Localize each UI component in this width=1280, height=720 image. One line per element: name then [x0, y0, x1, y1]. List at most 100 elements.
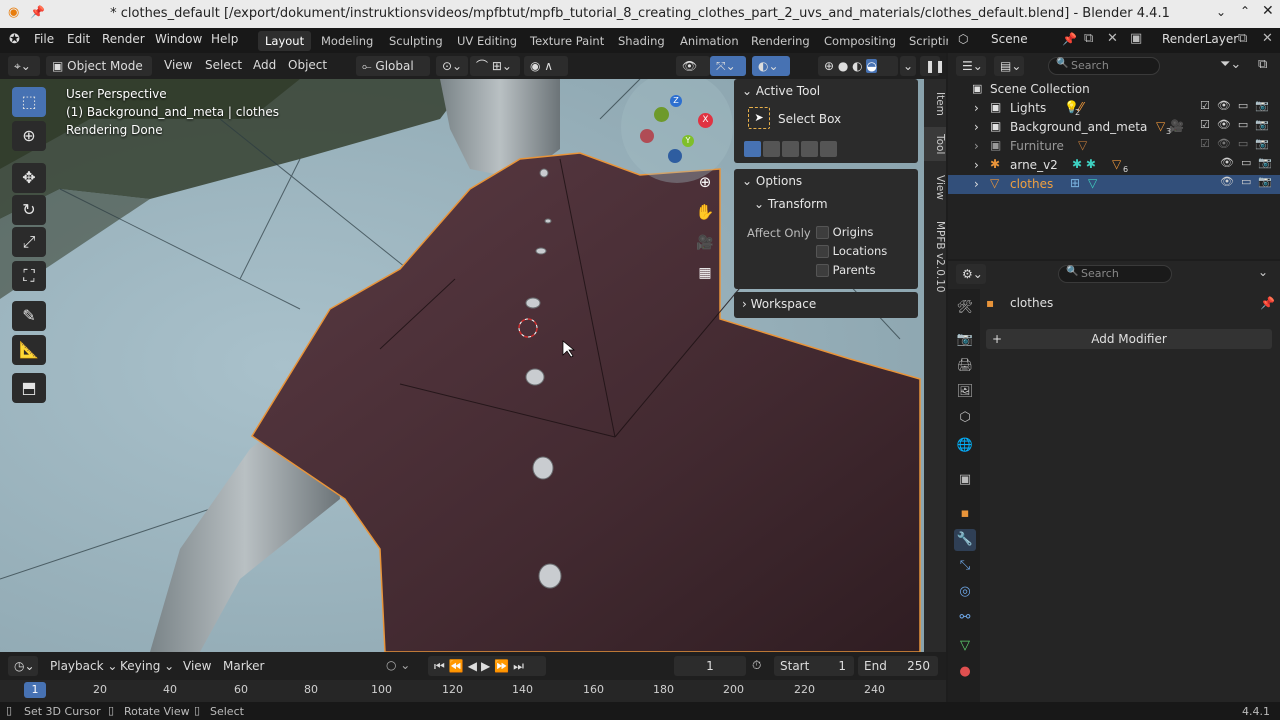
- parents-checkbox[interactable]: Parents: [816, 263, 875, 277]
- scene-pin-icon[interactable]: 📌: [1062, 32, 1077, 46]
- display-mode-icon[interactable]: ▤⌄: [994, 56, 1024, 76]
- menu-window[interactable]: Window: [155, 32, 202, 46]
- menu-file[interactable]: File: [34, 32, 54, 46]
- menu-add[interactable]: Add: [253, 58, 276, 72]
- timeline-ruler[interactable]: 1 20 40 60 80 100 120 140 160 180 200 22…: [0, 680, 946, 702]
- gizmo-neg-z[interactable]: [668, 149, 682, 163]
- keying-menu[interactable]: Keying ⌄: [120, 659, 174, 673]
- timeline-view-menu[interactable]: View: [183, 659, 211, 673]
- tab-uv-editing[interactable]: UV Editing: [450, 31, 524, 51]
- mode-intersect-icon[interactable]: [820, 141, 837, 157]
- workspace-section[interactable]: › Workspace: [734, 292, 918, 318]
- scale-tool-icon[interactable]: ⤢: [12, 227, 46, 257]
- view-layer-tab-icon[interactable]: 🖼: [954, 381, 976, 403]
- locations-checkbox[interactable]: Locations: [816, 244, 887, 258]
- mode-extend-icon[interactable]: [763, 141, 780, 157]
- shading-options-icon[interactable]: ⌄: [900, 56, 916, 76]
- close-icon[interactable]: ✕: [1262, 3, 1274, 19]
- delete-layer-icon[interactable]: ✕: [1262, 31, 1273, 46]
- mode-subtract-icon[interactable]: [782, 141, 799, 157]
- pause-render-icon[interactable]: ❚❚: [920, 56, 945, 76]
- menu-view[interactable]: View: [164, 58, 192, 72]
- end-frame-field[interactable]: End 250: [858, 656, 938, 676]
- snap-icon[interactable]: ⌒ ⊞⌄: [470, 56, 520, 76]
- data-tab-icon[interactable]: ▽: [954, 635, 976, 657]
- tab-sculpting[interactable]: Sculpting: [382, 31, 450, 51]
- gizmo-y-axis[interactable]: Y: [682, 135, 694, 147]
- transform-subheader[interactable]: ⌄ Transform: [754, 197, 828, 211]
- autokey-icon[interactable]: ○ ⌄: [386, 658, 410, 672]
- tab-layout[interactable]: Layout: [258, 31, 312, 51]
- mode-invert-icon[interactable]: [801, 141, 818, 157]
- collection-tab-icon[interactable]: ▣: [954, 469, 976, 491]
- physics-tab-icon[interactable]: ◎: [954, 581, 976, 603]
- new-scene-icon[interactable]: ⧉: [1084, 31, 1093, 46]
- row-visibility[interactable]: ☑👁▭📷: [1200, 99, 1280, 118]
- shading-modes[interactable]: ⊕ ● ◐ ◒: [818, 56, 898, 76]
- row-visibility[interactable]: ☑👁▭📷: [1200, 137, 1280, 156]
- tab-modeling[interactable]: Modeling: [314, 31, 380, 51]
- expand-icon[interactable]: ›: [974, 120, 979, 134]
- navigation-gizmo[interactable]: Z X Y: [636, 93, 720, 163]
- active-tool-header[interactable]: ⌄ Active Tool: [734, 79, 918, 103]
- minimize-icon[interactable]: ⌄: [1216, 5, 1226, 19]
- current-frame-field[interactable]: 1: [674, 656, 746, 676]
- menu-edit[interactable]: Edit: [67, 32, 90, 46]
- editor-type-icon[interactable]: ⌖⌄: [8, 56, 40, 76]
- timeline-editor-icon[interactable]: ◷⌄: [8, 656, 38, 676]
- gizmo-z-axis[interactable]: Z: [670, 95, 682, 107]
- menu-select[interactable]: Select: [205, 58, 242, 72]
- mode-set-icon[interactable]: [744, 141, 761, 157]
- cursor-tool-icon[interactable]: ⊕: [12, 121, 46, 151]
- filter-icon[interactable]: ⏷⌄: [1220, 57, 1241, 72]
- select-box-icon[interactable]: ➤: [748, 107, 770, 129]
- tab-scripting[interactable]: Scriptin: [902, 31, 948, 51]
- menu-object[interactable]: Object: [288, 58, 327, 72]
- orientation-dropdown[interactable]: ⟜ Global ⌄: [356, 56, 430, 93]
- new-layer-icon[interactable]: ⧉: [1238, 31, 1247, 46]
- scene-collection-row[interactable]: ▣ Scene Collection: [948, 80, 1280, 99]
- world-tab-icon[interactable]: 🌐: [954, 435, 976, 457]
- tab-rendering[interactable]: Rendering: [744, 31, 817, 51]
- transform-tool-icon[interactable]: ⛶: [12, 261, 46, 291]
- ortho-grid-icon[interactable]: ▦: [694, 265, 716, 287]
- selection-mode-buttons[interactable]: [744, 141, 838, 157]
- origins-checkbox[interactable]: Origins: [816, 225, 873, 239]
- workspace-header[interactable]: › Workspace: [734, 292, 918, 316]
- row-visibility[interactable]: ☑👁▭📷: [1200, 118, 1280, 137]
- outliner-editor-icon[interactable]: ☰⌄: [956, 56, 986, 76]
- render-layer-icon[interactable]: ▣: [1130, 31, 1142, 46]
- menu-help[interactable]: Help: [211, 32, 238, 46]
- properties-editor-icon[interactable]: ⚙⌄: [956, 264, 986, 284]
- pin-icon[interactable]: 📌: [1260, 296, 1275, 310]
- add-cube-tool-icon[interactable]: ⬒: [12, 373, 46, 403]
- menu-render[interactable]: Render: [102, 32, 145, 46]
- expand-icon[interactable]: ›: [974, 158, 979, 172]
- tab-item[interactable]: Item: [924, 87, 946, 121]
- annotate-tool-icon[interactable]: ✎: [12, 301, 46, 331]
- tab-mpfb[interactable]: MPFB v2.0.10: [924, 217, 946, 297]
- rendered-shading-icon[interactable]: ◒: [866, 59, 877, 73]
- marker-menu[interactable]: Marker: [223, 659, 264, 673]
- tab-tool[interactable]: Tool: [924, 127, 946, 161]
- delete-scene-icon[interactable]: ✕: [1107, 31, 1118, 46]
- visibility-icon[interactable]: 👁⌄: [676, 56, 710, 93]
- proportional-edit-icon[interactable]: ◉ ∧: [524, 56, 568, 76]
- pivot-icon[interactable]: ⊙⌄: [436, 56, 468, 76]
- options-chevron-icon[interactable]: ⌄: [1258, 265, 1268, 279]
- gizmo-neg-x[interactable]: [640, 129, 654, 143]
- move-tool-icon[interactable]: ✥: [12, 163, 46, 193]
- tab-animation[interactable]: Animation: [673, 31, 746, 51]
- add-modifier-button[interactable]: + Add Modifier: [986, 329, 1272, 349]
- particles-tab-icon[interactable]: ⤡: [954, 555, 976, 577]
- output-tab-icon[interactable]: 🖨: [954, 355, 976, 377]
- mode-dropdown[interactable]: ▣ Object Mode ⌄: [46, 56, 152, 93]
- select-box-tool-icon[interactable]: ⬚: [12, 87, 46, 117]
- 3d-viewport[interactable]: User Perspective (1) Background_and_meta…: [0, 79, 946, 652]
- playhead[interactable]: 1: [24, 682, 46, 698]
- tab-view[interactable]: View: [924, 169, 946, 205]
- stopwatch-icon[interactable]: ⏱: [752, 658, 761, 673]
- gizmo-x-axis[interactable]: X: [698, 113, 713, 128]
- rotate-tool-icon[interactable]: ↻: [12, 195, 46, 225]
- pan-hand-icon[interactable]: ✋: [694, 203, 716, 225]
